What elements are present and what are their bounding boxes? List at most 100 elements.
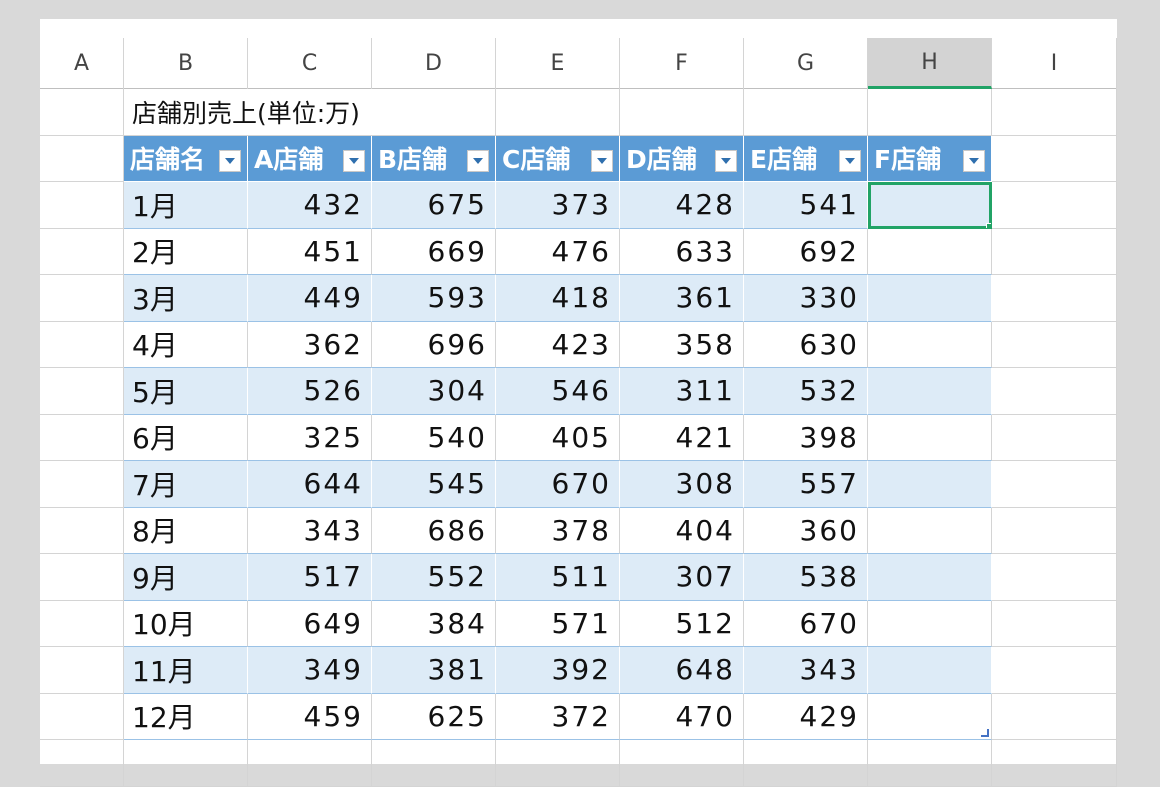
value-cell[interactable]: 545 xyxy=(372,461,496,508)
cell-empty[interactable] xyxy=(992,461,1117,508)
filter-dropdown-icon[interactable] xyxy=(839,150,861,173)
month-cell[interactable]: 3月 xyxy=(124,275,248,322)
active-cell[interactable] xyxy=(868,182,992,229)
table-header-cell[interactable]: F店舗 xyxy=(868,135,992,182)
value-cell[interactable]: 541 xyxy=(744,182,868,229)
f-store-cell[interactable] xyxy=(868,600,992,647)
cell-empty[interactable] xyxy=(40,461,124,508)
table-header-cell[interactable]: C店舗 xyxy=(496,135,620,182)
column-header-i[interactable]: I xyxy=(992,38,1117,89)
cell-empty[interactable] xyxy=(992,414,1117,461)
cell-empty[interactable] xyxy=(40,89,124,136)
value-cell[interactable]: 362 xyxy=(248,321,372,368)
value-cell[interactable]: 552 xyxy=(372,554,496,601)
value-cell[interactable]: 512 xyxy=(620,600,744,647)
value-cell[interactable]: 449 xyxy=(248,275,372,322)
value-cell[interactable]: 630 xyxy=(744,321,868,368)
cell-empty[interactable] xyxy=(40,740,124,787)
cell-empty[interactable] xyxy=(992,275,1117,322)
value-cell[interactable]: 349 xyxy=(248,647,372,694)
value-cell[interactable]: 526 xyxy=(248,368,372,415)
month-cell[interactable]: 7月 xyxy=(124,461,248,508)
value-cell[interactable]: 649 xyxy=(248,600,372,647)
value-cell[interactable]: 532 xyxy=(744,368,868,415)
cell-empty[interactable] xyxy=(496,89,620,136)
table-title-cell[interactable]: 店舗別売上(単位:万) xyxy=(124,89,496,136)
cell-empty[interactable] xyxy=(620,740,744,787)
cell-empty[interactable] xyxy=(992,647,1117,694)
cell-empty[interactable] xyxy=(992,600,1117,647)
value-cell[interactable]: 669 xyxy=(372,228,496,275)
month-cell[interactable]: 6月 xyxy=(124,414,248,461)
cell-empty[interactable] xyxy=(40,182,124,229)
value-cell[interactable]: 308 xyxy=(620,461,744,508)
value-cell[interactable]: 633 xyxy=(620,228,744,275)
cell-empty[interactable] xyxy=(992,89,1117,136)
value-cell[interactable]: 625 xyxy=(372,693,496,740)
filter-dropdown-icon[interactable] xyxy=(343,150,365,173)
value-cell[interactable]: 325 xyxy=(248,414,372,461)
cell-empty[interactable] xyxy=(40,275,124,322)
cell-empty[interactable] xyxy=(40,321,124,368)
value-cell[interactable]: 593 xyxy=(372,275,496,322)
value-cell[interactable]: 428 xyxy=(620,182,744,229)
cell-empty[interactable] xyxy=(992,321,1117,368)
value-cell[interactable]: 384 xyxy=(372,600,496,647)
value-cell[interactable]: 675 xyxy=(372,182,496,229)
cell-empty[interactable] xyxy=(992,135,1117,182)
value-cell[interactable]: 418 xyxy=(496,275,620,322)
cell-empty[interactable] xyxy=(744,740,868,787)
column-header-g[interactable]: G xyxy=(744,38,868,89)
filter-dropdown-icon[interactable] xyxy=(715,150,737,173)
cell-empty[interactable] xyxy=(40,507,124,554)
cell-empty[interactable] xyxy=(992,554,1117,601)
cell-empty[interactable] xyxy=(992,368,1117,415)
value-cell[interactable]: 686 xyxy=(372,507,496,554)
value-cell[interactable]: 571 xyxy=(496,600,620,647)
value-cell[interactable]: 670 xyxy=(496,461,620,508)
value-cell[interactable]: 470 xyxy=(620,693,744,740)
month-cell[interactable]: 5月 xyxy=(124,368,248,415)
column-header-a[interactable]: A xyxy=(40,38,124,89)
f-store-cell[interactable] xyxy=(868,693,992,740)
month-cell[interactable]: 1月 xyxy=(124,182,248,229)
month-cell[interactable]: 2月 xyxy=(124,228,248,275)
cell-empty[interactable] xyxy=(992,507,1117,554)
value-cell[interactable]: 358 xyxy=(620,321,744,368)
f-store-cell[interactable] xyxy=(868,554,992,601)
value-cell[interactable]: 517 xyxy=(248,554,372,601)
value-cell[interactable]: 644 xyxy=(248,461,372,508)
f-store-cell[interactable] xyxy=(868,228,992,275)
filter-dropdown-icon[interactable] xyxy=(467,150,489,173)
column-header-f[interactable]: F xyxy=(620,38,744,89)
value-cell[interactable]: 546 xyxy=(496,368,620,415)
value-cell[interactable]: 511 xyxy=(496,554,620,601)
value-cell[interactable]: 304 xyxy=(372,368,496,415)
column-header-c[interactable]: C xyxy=(248,38,372,89)
table-resize-handle-icon[interactable] xyxy=(981,729,989,737)
cell-empty[interactable] xyxy=(992,228,1117,275)
f-store-cell[interactable] xyxy=(868,321,992,368)
filter-dropdown-icon[interactable] xyxy=(963,150,985,173)
filter-dropdown-icon[interactable] xyxy=(591,150,613,173)
month-cell[interactable]: 4月 xyxy=(124,321,248,368)
cell-empty[interactable] xyxy=(124,740,248,787)
value-cell[interactable]: 670 xyxy=(744,600,868,647)
value-cell[interactable]: 361 xyxy=(620,275,744,322)
value-cell[interactable]: 378 xyxy=(496,507,620,554)
value-cell[interactable]: 405 xyxy=(496,414,620,461)
cell-empty[interactable] xyxy=(40,228,124,275)
value-cell[interactable]: 360 xyxy=(744,507,868,554)
cell-empty[interactable] xyxy=(868,740,992,787)
cell-empty[interactable] xyxy=(40,600,124,647)
value-cell[interactable]: 692 xyxy=(744,228,868,275)
cell-empty[interactable] xyxy=(992,182,1117,229)
cell-empty[interactable] xyxy=(992,693,1117,740)
cell-empty[interactable] xyxy=(372,740,496,787)
f-store-cell[interactable] xyxy=(868,507,992,554)
cell-empty[interactable] xyxy=(40,414,124,461)
month-cell[interactable]: 12月 xyxy=(124,693,248,740)
month-cell[interactable]: 10月 xyxy=(124,600,248,647)
value-cell[interactable]: 311 xyxy=(620,368,744,415)
f-store-cell[interactable] xyxy=(868,368,992,415)
